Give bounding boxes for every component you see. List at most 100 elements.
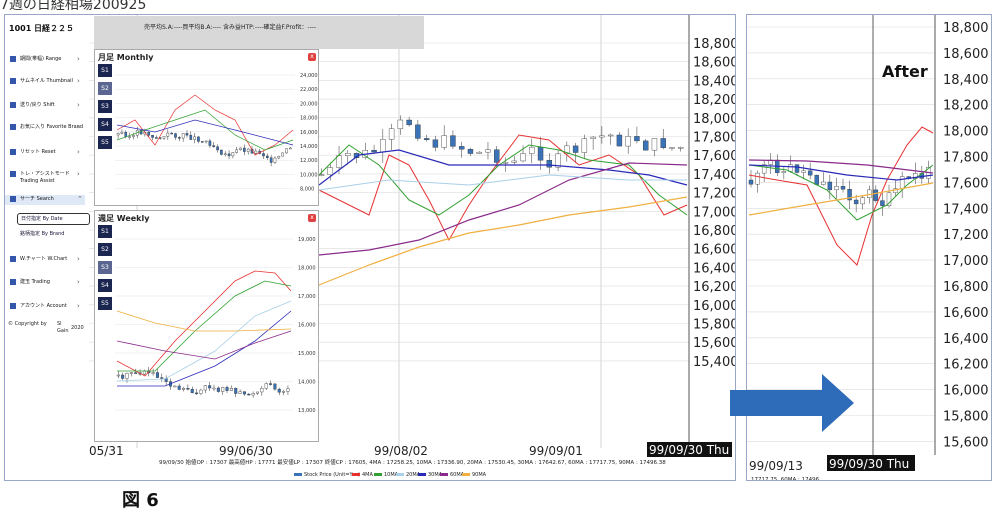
legend-swatch (294, 473, 302, 476)
candle (216, 387, 220, 392)
y-tick-label: 8,000 (300, 187, 314, 193)
y-tick-label: 18,200 (693, 93, 735, 108)
candle (827, 181, 833, 191)
candle (660, 138, 666, 148)
menu-item-0[interactable]: 期間(帯幅) Range › (5, 55, 85, 65)
candle (266, 155, 269, 158)
y-tick-label: 16,000 (693, 299, 735, 314)
y-tick-label: 22,000 (300, 87, 318, 93)
candle (223, 153, 227, 156)
candle (423, 138, 430, 140)
candle (160, 377, 164, 379)
candle (229, 388, 233, 391)
menu-item-6[interactable]: サーチ Search ⌃ (5, 195, 85, 205)
menu-item-5[interactable]: トレ・アシストモード Trading Assist › (5, 170, 85, 184)
legend-label: 90MA (472, 472, 487, 478)
candle (467, 149, 474, 154)
candle (190, 388, 194, 394)
menu-icon (10, 303, 16, 309)
candle (166, 132, 170, 137)
candle (235, 149, 239, 153)
ma-line (116, 310, 292, 332)
menu-icon (10, 171, 16, 177)
candle (186, 388, 190, 390)
candle (285, 148, 288, 154)
candle (162, 136, 166, 139)
y-tick-label: 18,800 (693, 37, 735, 52)
menu-item-8[interactable]: 建玉 Trading › (5, 278, 85, 288)
search-sub-item-1[interactable]: 銘柄指定 By Brand (17, 229, 88, 239)
copyright-name: Sl Gain (57, 321, 69, 334)
candle (125, 372, 129, 379)
chevron-right-icon: › (77, 55, 80, 63)
candle (151, 372, 155, 374)
candle (269, 157, 273, 163)
menu-item-2[interactable]: 送り/戻り Shift › (5, 101, 85, 111)
chevron-right-icon: › (77, 302, 80, 310)
candle (642, 140, 649, 151)
search-sub-item-0[interactable]: 日付指定 By Date (17, 213, 90, 225)
y-tick-label: 13,000 (298, 408, 316, 414)
y-tick-label: 16,000 (300, 130, 318, 136)
candle (406, 119, 412, 126)
menu-label: W.チャート W.Chart (20, 256, 68, 262)
menu-item-9[interactable]: アカウント Account › (5, 302, 85, 312)
menu-icon (10, 124, 16, 130)
candle (273, 383, 277, 390)
weekly-panel: 週足 Weekly x S1 S2 S3 S4 S5 19,000 18,000 17,00… (94, 210, 319, 442)
candle (262, 153, 265, 157)
menu-icon (10, 149, 16, 155)
copyright: © Copyright by (8, 321, 47, 327)
y-tick-label: 16,400 (943, 332, 989, 347)
chevron-right-icon: › (77, 278, 80, 286)
candle (794, 164, 800, 173)
candle (607, 134, 614, 137)
legend-swatch (462, 473, 470, 476)
ma-line (116, 300, 292, 382)
candle (282, 391, 286, 393)
y-tick-label: 18,400 (943, 73, 989, 88)
y-tick-label: 15,400 (693, 355, 735, 370)
y-tick-label: 17,000 (298, 294, 316, 300)
candle (873, 189, 879, 201)
candle (203, 385, 207, 391)
y-tick-label: 18,400 (693, 74, 735, 89)
candle (511, 160, 517, 163)
menu-item-1[interactable]: サムネイル Thumbnail › (5, 77, 85, 87)
menu-item-4[interactable]: リセット Reset › (5, 148, 85, 158)
app-title: 1001 日経２２５ (9, 24, 75, 33)
candle (182, 388, 186, 390)
candle (212, 145, 216, 148)
legend-swatch (440, 473, 448, 476)
sidebar: 1001 日経２２５ 期間(帯幅) Range › サムネイル Thumbnail ›… (5, 15, 90, 480)
candle (502, 162, 509, 164)
candle (234, 388, 238, 394)
x-current-label: 99/09/30 Thu (829, 457, 909, 471)
candle (200, 141, 204, 143)
candle (173, 385, 177, 388)
chevron-right-icon: › (77, 101, 80, 109)
candle (748, 179, 754, 185)
candle (221, 387, 225, 392)
candle (814, 174, 819, 185)
candle (227, 153, 231, 157)
y-tick-label: 18,000 (300, 116, 318, 122)
candle (269, 383, 273, 385)
candle (197, 136, 200, 142)
menu-item-3[interactable]: お気に入り Favorite Brand › (5, 123, 85, 133)
menu-item-7[interactable]: W.チャート W.Chart › (5, 255, 85, 265)
y-tick-label: 18,000 (298, 266, 316, 272)
y-tick-label: 20,000 (300, 101, 318, 107)
y-tick-label: 16,200 (943, 358, 989, 373)
x-tick-label: 99/09/13 (749, 459, 803, 473)
y-tick-label: 16,800 (943, 280, 989, 295)
candle (195, 392, 199, 395)
candle (397, 119, 404, 129)
candle (572, 145, 579, 153)
top-caption: 7週の日経相場200925 (0, 0, 147, 13)
candle (801, 170, 806, 173)
y-tick-label: 18,000 (943, 125, 989, 140)
candle (216, 146, 219, 151)
candle (155, 137, 158, 139)
chevron-right-icon: › (77, 123, 80, 131)
